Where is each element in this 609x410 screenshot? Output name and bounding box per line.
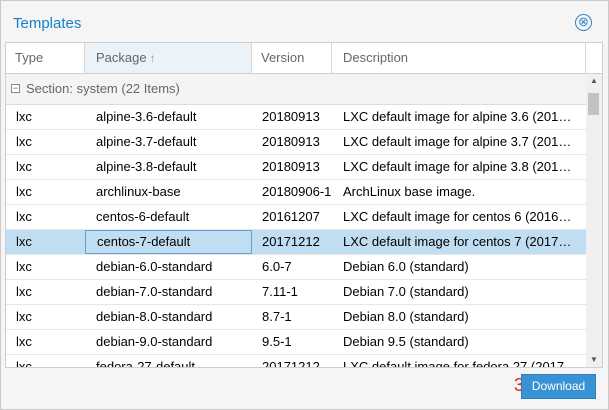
grid-rows: lxc alpine-3.6-default 20180913 LXC default…: [6, 105, 586, 368]
cell-type: lxc: [16, 334, 32, 349]
download-button[interactable]: Download: [521, 374, 596, 399]
cell-version: 7.11-1: [262, 284, 298, 299]
cell-version: 20180906-1: [262, 184, 332, 199]
table-row[interactable]: lxc debian-6.0-standard 6.0-7 Debian 6.0 (s…: [6, 255, 586, 280]
grid-header: Type Package ↑ Version Description: [6, 43, 586, 74]
cell-description: LXC default image for alpine 3.6 (201809…: [343, 109, 586, 124]
cell-type: lxc: [16, 259, 32, 274]
table-row[interactable]: lxc fedora-27-default 20171212 LXC default …: [6, 355, 586, 368]
header-scroll-corner: [586, 43, 602, 74]
collapse-icon[interactable]: −: [11, 84, 20, 93]
column-header-type[interactable]: Type: [6, 43, 85, 73]
cell-type: lxc: [16, 359, 32, 368]
cell-version: 20180913: [262, 109, 320, 124]
cell-package: debian-7.0-standard: [96, 284, 213, 299]
cell-package: alpine-3.6-default: [96, 109, 197, 124]
cell-type: lxc: [16, 209, 32, 224]
cell-package: centos-6-default: [96, 209, 190, 224]
table-row[interactable]: lxc debian-9.0-standard 9.5-1 Debian 9.5 (s…: [6, 330, 586, 355]
cell-package: debian-6.0-standard: [96, 259, 213, 274]
cell-package: debian-8.0-standard: [96, 309, 213, 324]
templates-grid: Type Package ↑ Version Description − Sect…: [5, 42, 603, 368]
cell-type: lxc: [16, 309, 32, 324]
cell-description: LXC default image for centos 7 (20171212…: [343, 234, 586, 249]
cell-version: 20171212: [262, 359, 320, 368]
cell-type: lxc: [16, 234, 32, 249]
group-label: Section: system (22 Items): [26, 81, 180, 96]
cell-description: Debian 8.0 (standard): [343, 309, 469, 324]
cell-description: ArchLinux base image.: [343, 184, 476, 199]
column-header-package[interactable]: Package ↑: [85, 43, 252, 73]
cell-description: LXC default image for alpine 3.7 (201809…: [343, 134, 586, 149]
scrollbar-thumb[interactable]: [588, 93, 599, 115]
cell-type: lxc: [16, 134, 32, 149]
cell-description: Debian 9.5 (standard): [343, 334, 469, 349]
group-header-system[interactable]: − Section: system (22 Items): [6, 74, 586, 105]
column-header-label: Type: [15, 50, 44, 65]
table-row[interactable]: lxc alpine-3.6-default 20180913 LXC default…: [6, 105, 586, 130]
cell-version: 8.7-1: [262, 309, 292, 324]
cell-version: 20180913: [262, 159, 320, 174]
cell-type: lxc: [16, 184, 32, 199]
scroll-up-icon[interactable]: ▲: [586, 74, 602, 88]
table-row[interactable]: lxc alpine-3.8-default 20180913 LXC default…: [6, 155, 586, 180]
table-row[interactable]: lxc debian-7.0-standard 7.11-1 Debian 7.0 (…: [6, 280, 586, 305]
column-header-label: Description: [343, 50, 409, 65]
table-row[interactable]: lxc centos-7-default 20171212 LXC default i…: [6, 230, 586, 255]
column-header-label: Package: [96, 50, 147, 65]
close-icon[interactable]: ⊗: [575, 14, 592, 31]
cell-package: centos-7-default: [85, 230, 252, 254]
cell-type: lxc: [16, 284, 32, 299]
cell-version: 6.0-7: [262, 259, 292, 274]
templates-dialog: Templates ⊗ Type Package ↑ Version Descri…: [0, 0, 609, 410]
cell-description: LXC default image for alpine 3.8 (201809…: [343, 159, 586, 174]
cell-version: 9.5-1: [262, 334, 292, 349]
column-header-version[interactable]: Version: [252, 43, 332, 73]
cell-type: lxc: [16, 159, 32, 174]
cell-description: LXC default image for centos 6 (20161207…: [343, 209, 586, 224]
cell-version: 20180913: [262, 134, 320, 149]
cell-version: 20171212: [262, 234, 320, 249]
cell-description: Debian 7.0 (standard): [343, 284, 469, 299]
cell-package: archlinux-base: [96, 184, 181, 199]
dialog-title: Templates: [13, 15, 82, 32]
cell-description: Debian 6.0 (standard): [343, 259, 469, 274]
cell-package: alpine-3.7-default: [96, 134, 197, 149]
cell-type: lxc: [16, 109, 32, 124]
table-row[interactable]: lxc archlinux-base 20180906-1 ArchLinux bas…: [6, 180, 586, 205]
table-row[interactable]: lxc debian-8.0-standard 8.7-1 Debian 8.0 (s…: [6, 305, 586, 330]
table-row[interactable]: lxc alpine-3.7-default 20180913 LXC default…: [6, 130, 586, 155]
cell-package: fedora-27-default: [96, 359, 196, 368]
sort-ascending-icon: ↑: [149, 51, 156, 65]
scroll-down-icon[interactable]: ▼: [586, 353, 602, 367]
cell-description: LXC default image for fedora 27 (2017121…: [343, 359, 586, 368]
cell-package: alpine-3.8-default: [96, 159, 197, 174]
column-header-label: Version: [261, 50, 305, 65]
vertical-scrollbar[interactable]: ▲ ▼: [586, 74, 602, 367]
cell-package: debian-9.0-standard: [96, 334, 213, 349]
column-header-description[interactable]: Description: [332, 43, 586, 73]
table-row[interactable]: lxc centos-6-default 20161207 LXC default i…: [6, 205, 586, 230]
cell-version: 20161207: [262, 209, 320, 224]
